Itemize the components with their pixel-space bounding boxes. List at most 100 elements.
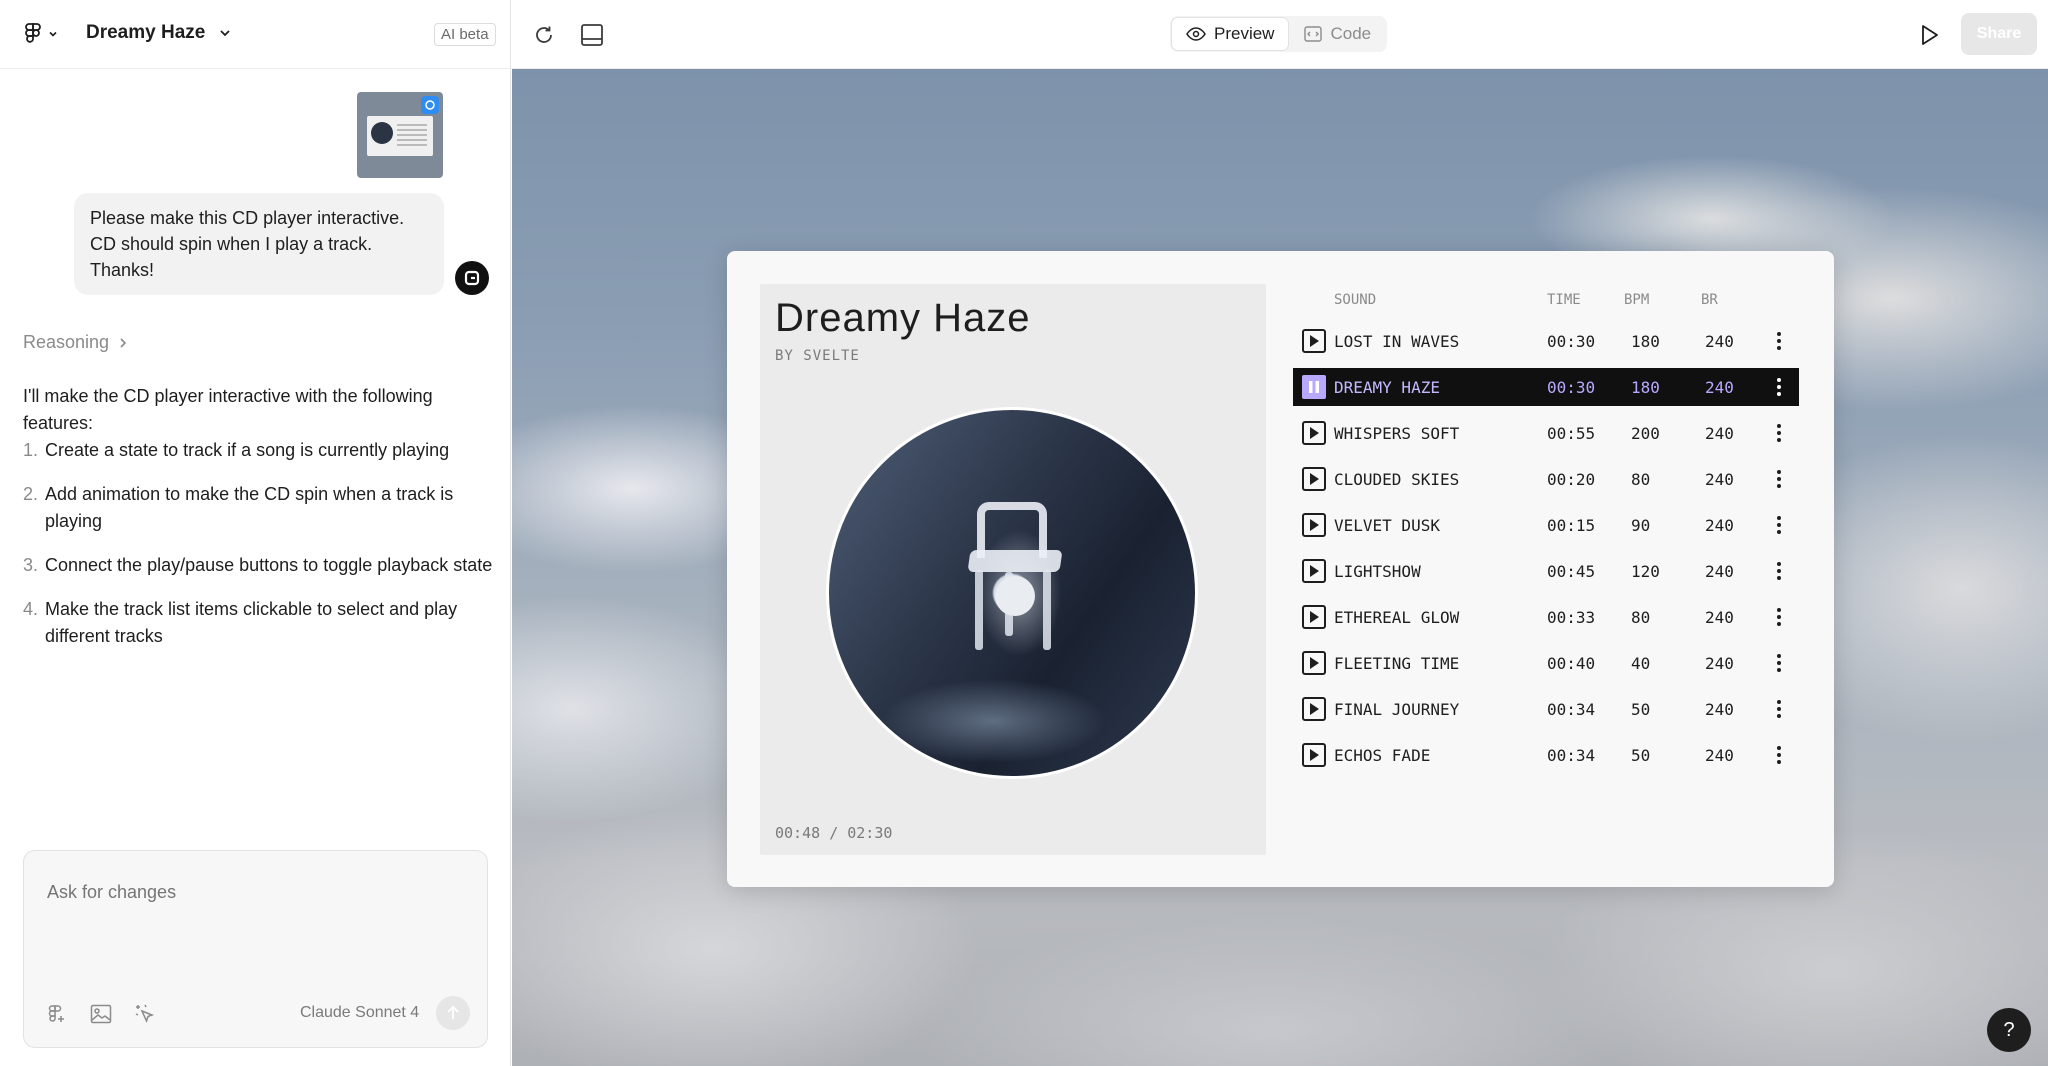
reply-step: 3. Connect the play/pause buttons to togg… bbox=[23, 552, 493, 579]
image-attachment[interactable] bbox=[357, 92, 443, 178]
track-time: 00:33 bbox=[1547, 608, 1596, 627]
preview-canvas: Dreamy Haze BY SVELTE 00:48 / 02:30 SOUN… bbox=[512, 69, 2048, 1066]
track-row[interactable]: LIGHTSHOW 00:45 120 240 bbox=[1293, 552, 1799, 590]
play-button[interactable] bbox=[1302, 697, 1326, 721]
track-time: 00:34 bbox=[1547, 746, 1596, 765]
track-row[interactable]: WHISPERS SOFT 00:55 200 240 bbox=[1293, 414, 1799, 452]
reasoning-toggle[interactable]: Reasoning bbox=[23, 332, 129, 353]
step-number: 2. bbox=[23, 484, 39, 504]
more-vertical-icon[interactable] bbox=[1772, 376, 1786, 398]
cd-center-hole bbox=[995, 576, 1035, 616]
track-name: CLOUDED SKIES bbox=[1334, 470, 1460, 489]
track-bitrate: 240 bbox=[1705, 746, 1734, 765]
eye-icon bbox=[1186, 27, 1206, 41]
more-vertical-icon[interactable] bbox=[1772, 652, 1786, 674]
track-time: 00:15 bbox=[1547, 516, 1596, 535]
track-bpm: 50 bbox=[1631, 746, 1651, 765]
track-bitrate: 240 bbox=[1705, 516, 1734, 535]
track-row[interactable]: VELVET DUSK 00:15 90 240 bbox=[1293, 506, 1799, 544]
track-bitrate: 240 bbox=[1705, 608, 1734, 627]
track-row[interactable]: CLOUDED SKIES 00:20 80 240 bbox=[1293, 460, 1799, 498]
track-bpm: 50 bbox=[1631, 700, 1651, 719]
play-button[interactable] bbox=[1302, 743, 1326, 767]
track-row[interactable]: FINAL JOURNEY 00:34 50 240 bbox=[1293, 690, 1799, 728]
refresh-button[interactable] bbox=[531, 22, 557, 48]
more-vertical-icon[interactable] bbox=[1772, 330, 1786, 352]
more-vertical-icon[interactable] bbox=[1772, 744, 1786, 766]
preview-label: Preview bbox=[1214, 24, 1275, 43]
reply-step: 2. Add animation to make the CD spin when… bbox=[23, 481, 493, 535]
cover-chair-leg bbox=[975, 570, 983, 650]
assistant-reply: I'll make the CD player interactive with… bbox=[23, 383, 493, 667]
more-vertical-icon[interactable] bbox=[1772, 468, 1786, 490]
track-bitrate: 240 bbox=[1705, 562, 1734, 581]
cursor-sparkle-icon[interactable] bbox=[132, 1001, 158, 1027]
play-button[interactable] bbox=[1302, 651, 1326, 675]
track-row[interactable]: ECHOS FADE 00:34 50 240 bbox=[1293, 736, 1799, 774]
refresh-icon bbox=[536, 26, 552, 43]
device-frame-button[interactable] bbox=[579, 22, 605, 48]
play-button[interactable] bbox=[1302, 421, 1326, 445]
user-avatar-icon bbox=[455, 261, 489, 295]
track-row[interactable]: ETHEREAL GLOW 00:33 80 240 bbox=[1293, 598, 1799, 636]
album-title: Dreamy Haze bbox=[775, 296, 1031, 340]
reply-step: 4. Make the track list items clickable to… bbox=[23, 596, 493, 650]
track-row[interactable]: FLEETING TIME 00:40 40 240 bbox=[1293, 644, 1799, 682]
share-button[interactable]: Share bbox=[1961, 13, 2037, 55]
more-vertical-icon[interactable] bbox=[1772, 422, 1786, 444]
track-row[interactable]: DREAMY HAZE 00:30 180 240 bbox=[1293, 368, 1799, 406]
preview-toolbar: Preview Code Share bbox=[511, 0, 2048, 69]
present-button[interactable] bbox=[1916, 22, 1942, 48]
ai-attachment-badge bbox=[421, 96, 439, 114]
track-name: FINAL JOURNEY bbox=[1334, 700, 1460, 719]
more-vertical-icon[interactable] bbox=[1772, 698, 1786, 720]
track-row[interactable]: LOST IN WAVES 00:30 180 240 bbox=[1293, 322, 1799, 360]
figma-menu-button[interactable] bbox=[24, 20, 64, 48]
track-time: 00:30 bbox=[1547, 332, 1596, 351]
header-sound: SOUND bbox=[1334, 292, 1377, 308]
play-button[interactable] bbox=[1302, 513, 1326, 537]
cd-disc[interactable] bbox=[826, 407, 1198, 779]
header-time: TIME bbox=[1547, 292, 1581, 308]
help-button[interactable]: ? bbox=[1987, 1008, 2031, 1052]
total-time: 02:30 bbox=[847, 824, 893, 842]
project-title[interactable]: Dreamy Haze bbox=[86, 22, 205, 44]
play-button[interactable] bbox=[1302, 329, 1326, 353]
send-button[interactable] bbox=[436, 996, 470, 1030]
prompt-input[interactable] bbox=[24, 851, 487, 911]
composer: Claude Sonnet 4 bbox=[23, 850, 488, 1048]
track-time: 00:55 bbox=[1547, 424, 1596, 443]
play-button[interactable] bbox=[1302, 559, 1326, 583]
cover-chair-seat bbox=[967, 550, 1063, 572]
play-button[interactable] bbox=[1302, 605, 1326, 629]
user-message: Please make this CD player interactive. … bbox=[74, 193, 444, 295]
track-bpm: 80 bbox=[1631, 608, 1651, 627]
play-button[interactable] bbox=[1302, 467, 1326, 491]
play-icon bbox=[1310, 335, 1319, 347]
track-bitrate: 240 bbox=[1705, 470, 1734, 489]
chevron-right-icon bbox=[120, 337, 127, 348]
chevron-down-icon[interactable] bbox=[218, 26, 232, 40]
track-bitrate: 240 bbox=[1705, 700, 1734, 719]
model-selector[interactable]: Claude Sonnet 4 bbox=[300, 1004, 419, 1022]
preview-tab[interactable]: Preview bbox=[1172, 18, 1289, 50]
step-number: 1. bbox=[23, 440, 39, 460]
more-vertical-icon[interactable] bbox=[1772, 514, 1786, 536]
track-name: LIGHTSHOW bbox=[1334, 562, 1421, 581]
pause-button[interactable] bbox=[1302, 375, 1326, 399]
track-name: FLEETING TIME bbox=[1334, 654, 1460, 673]
play-icon bbox=[1922, 25, 1938, 45]
more-vertical-icon[interactable] bbox=[1772, 606, 1786, 628]
track-time: 00:20 bbox=[1547, 470, 1596, 489]
cd-player-card: Dreamy Haze BY SVELTE 00:48 / 02:30 SOUN… bbox=[727, 251, 1834, 887]
chat-header: Dreamy Haze AI beta bbox=[0, 0, 511, 69]
step-text: Add animation to make the CD spin when a… bbox=[45, 484, 454, 531]
step-text: Create a state to track if a song is cur… bbox=[45, 440, 450, 460]
send-arrow-icon bbox=[447, 1005, 459, 1019]
code-tab[interactable]: Code bbox=[1290, 18, 1385, 50]
figma-component-icon[interactable] bbox=[44, 1001, 70, 1027]
image-icon[interactable] bbox=[88, 1001, 114, 1027]
more-vertical-icon[interactable] bbox=[1772, 560, 1786, 582]
header-bpm: BPM bbox=[1624, 292, 1650, 308]
play-icon bbox=[1310, 611, 1319, 623]
